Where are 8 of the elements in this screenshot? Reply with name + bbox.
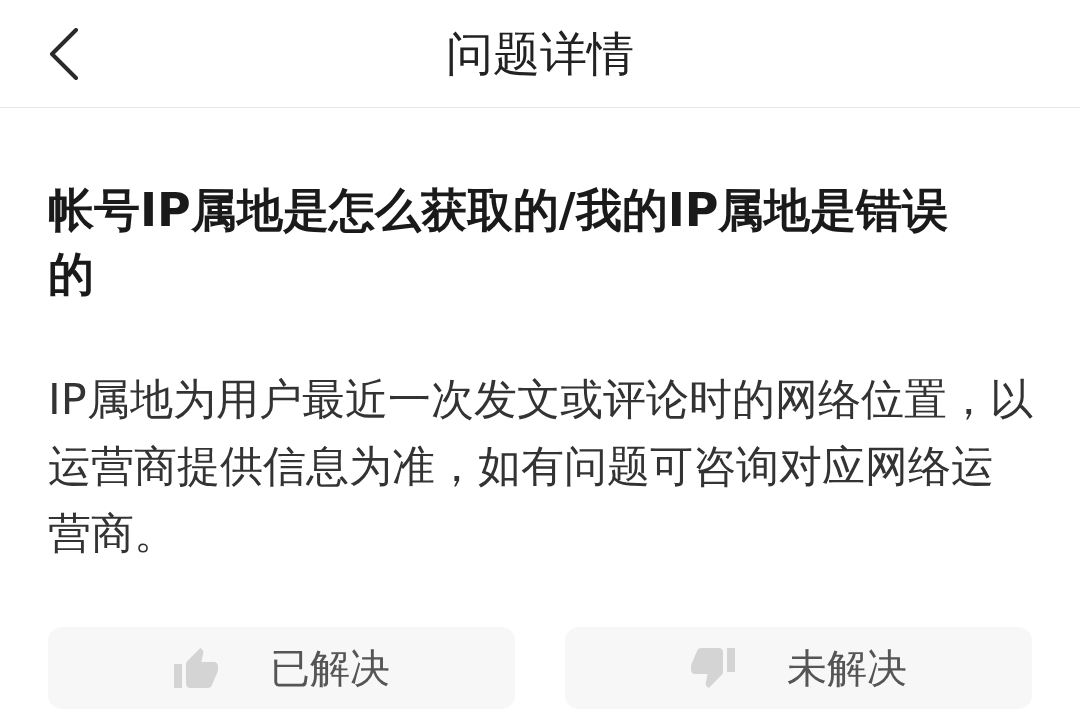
question-title: 帐号IP属地是怎么获取的/我的IP属地是错误的 xyxy=(48,182,950,303)
answer-text: IP属地为用户最近一次发文或评论时的网络位置，以运营商提供信息为准，如有问题可咨询对应网络运营商。 xyxy=(48,373,1034,560)
page-title: 问题详情 xyxy=(446,24,634,83)
feedback-button[interactable]: 未解决 xyxy=(565,627,1032,709)
back-chevron-icon xyxy=(49,27,79,80)
feedback-button[interactable]: 已解决 xyxy=(48,627,515,709)
thumbs-down-icon xyxy=(690,648,735,688)
thumbs-up-icon xyxy=(173,648,218,688)
